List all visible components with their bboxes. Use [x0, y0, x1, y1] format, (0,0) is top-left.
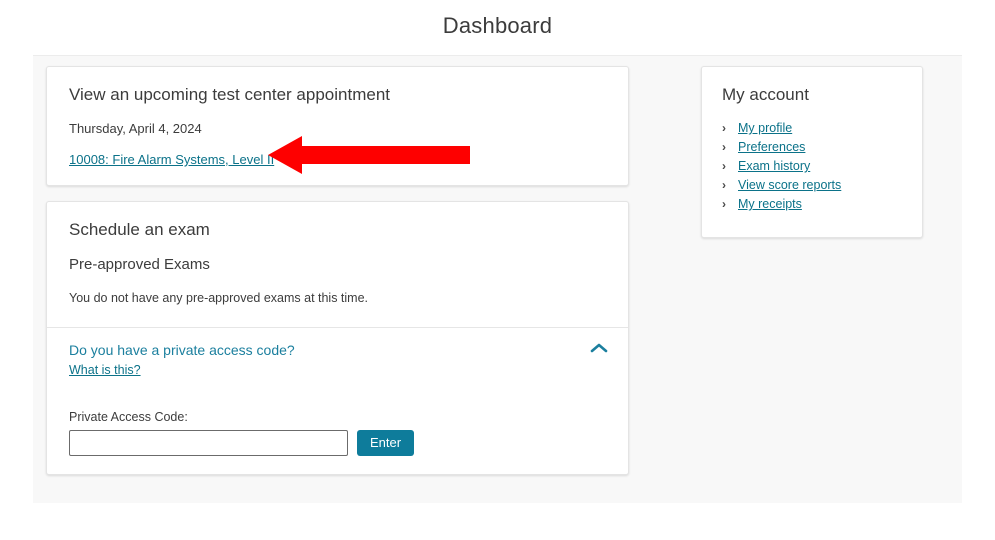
chevron-right-icon: ›: [722, 140, 726, 155]
appointment-date: Thursday, April 4, 2024: [69, 121, 202, 137]
private-access-code-section: Do you have a private access code? What …: [47, 328, 628, 457]
list-item[interactable]: › My profile: [722, 121, 902, 135]
chevron-up-icon[interactable]: [586, 338, 612, 358]
account-link-view-score-reports[interactable]: View score reports: [738, 178, 841, 192]
account-link-exam-history[interactable]: Exam history: [738, 159, 810, 173]
schedule-card-top: Schedule an exam Pre-approved Exams You …: [47, 202, 628, 327]
appointment-card-heading: View an upcoming test center appointment: [69, 85, 390, 104]
my-account-heading: My account: [722, 85, 809, 104]
account-link-preferences[interactable]: Preferences: [738, 140, 805, 154]
dashboard-columns: View an upcoming test center appointment…: [33, 56, 962, 503]
chevron-right-icon: ›: [722, 121, 726, 136]
list-item[interactable]: › My receipts: [722, 197, 902, 211]
account-links-list: › My profile › Preferences › Exam histor…: [722, 121, 902, 211]
chevron-right-icon: ›: [722, 197, 726, 212]
appointment-exam-link[interactable]: 10008: Fire Alarm Systems, Level II: [69, 152, 274, 167]
list-item[interactable]: › View score reports: [722, 178, 902, 192]
chevron-right-icon: ›: [722, 159, 726, 174]
pre-approved-exams-subheading: Pre-approved Exams: [69, 256, 210, 274]
schedule-card-heading: Schedule an exam: [69, 220, 210, 239]
page-header: Dashboard: [0, 0, 995, 55]
private-access-code-question[interactable]: Do you have a private access code?: [69, 342, 606, 358]
page-title: Dashboard: [442, 12, 553, 38]
list-item[interactable]: › Exam history: [722, 159, 902, 173]
no-pre-approved-exams-note: You do not have any pre-approved exams a…: [69, 291, 369, 306]
private-access-code-label: Private Access Code:: [69, 410, 188, 425]
my-account-card: My account › My profile › Preferences › …: [701, 66, 923, 238]
account-link-my-receipts[interactable]: My receipts: [738, 197, 802, 211]
what-is-this-link[interactable]: What is this?: [69, 363, 141, 377]
account-link-my-profile[interactable]: My profile: [738, 121, 792, 135]
content-area: View an upcoming test center appointment…: [33, 55, 962, 503]
enter-button[interactable]: Enter: [357, 430, 415, 457]
private-access-code-input[interactable]: [69, 430, 348, 457]
private-access-code-input-row: Enter: [69, 430, 606, 457]
chevron-right-icon: ›: [722, 178, 726, 193]
schedule-exam-card: Schedule an exam Pre-approved Exams You …: [46, 201, 629, 475]
list-item[interactable]: › Preferences: [722, 140, 902, 154]
appointment-card: View an upcoming test center appointment…: [46, 66, 629, 186]
